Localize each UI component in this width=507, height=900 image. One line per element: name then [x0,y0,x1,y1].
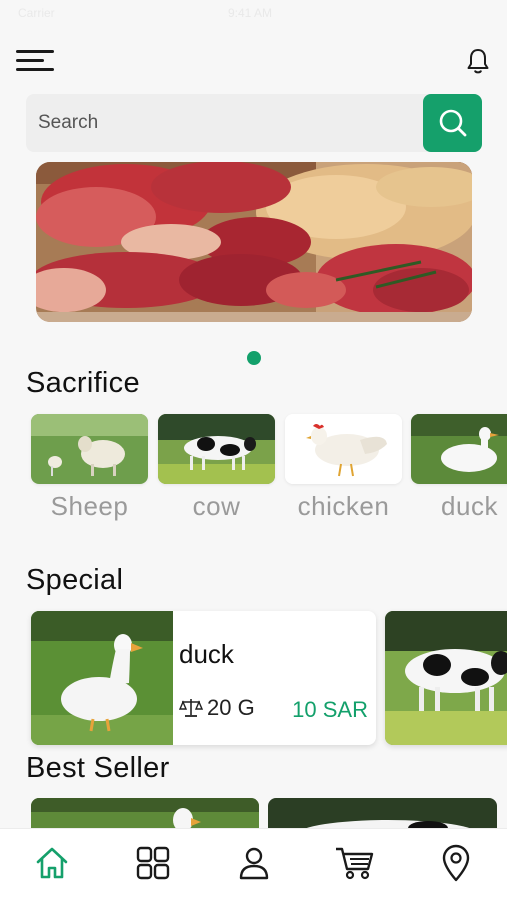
menu-icon[interactable] [16,48,54,74]
cow-thumbnail [158,414,275,484]
special-item-price: 10 SAR [292,697,368,722]
special-item-card-cow[interactable] [385,611,507,745]
search-input[interactable] [26,94,436,152]
special-item-card[interactable]: duck 20 G 10 SAR [31,611,376,745]
cart-icon[interactable] [335,843,375,883]
duck-image [31,611,173,745]
category-label: duck [441,491,498,521]
chicken-thumbnail [285,414,402,484]
special-item-weight: 20 G [179,695,255,721]
duck-thumbnail [411,414,507,484]
section-title-best-seller: Best Seller [26,752,170,784]
section-title-sacrifice: Sacrifice [26,367,140,399]
profile-icon[interactable] [234,843,274,883]
bottom-navigation [0,828,507,900]
category-sheep[interactable]: Sheep [31,414,148,522]
category-label: Sheep [50,491,129,521]
category-label: chicken [297,491,390,521]
home-icon[interactable] [32,843,72,883]
category-duck[interactable]: duck [411,414,507,522]
grid-icon[interactable] [133,843,173,883]
special-item-name: duck [179,639,234,669]
weight-value: 20 G [207,695,255,720]
search-icon [439,109,466,137]
category-cow[interactable]: cow [158,414,275,522]
carrier-label: Carrier [18,6,55,20]
promo-banner[interactable] [36,162,472,322]
category-label: cow [192,491,241,521]
scale-icon [179,699,203,717]
carousel-indicator[interactable] [247,351,261,365]
bell-icon[interactable] [464,46,492,76]
clock-label: 9:41 AM [228,6,273,20]
sheep-thumbnail [31,414,148,484]
search-button[interactable] [423,94,482,152]
status-bar: Carrier 9:41 AM [0,0,507,28]
section-title-special: Special [26,564,124,596]
top-bar [0,40,507,84]
category-chicken[interactable]: chicken [285,414,402,522]
location-icon[interactable] [436,843,476,883]
search-bar [26,94,482,152]
